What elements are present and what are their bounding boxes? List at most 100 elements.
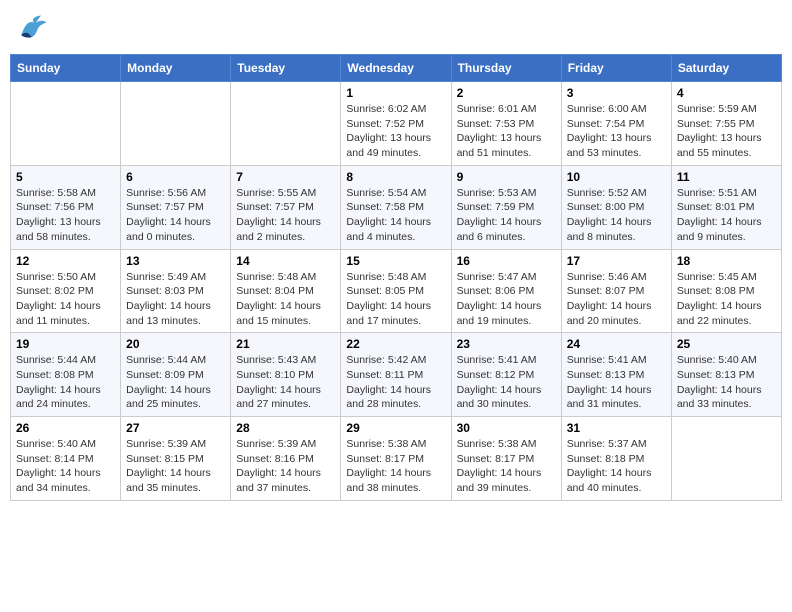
day-number: 11	[677, 170, 776, 184]
day-number: 3	[567, 86, 666, 100]
calendar-week-row: 5 Sunrise: 5:58 AMSunset: 7:56 PMDaylight…	[11, 165, 782, 249]
day-info: Sunrise: 5:59 AMSunset: 7:55 PMDaylight:…	[677, 102, 776, 161]
day-info: Sunrise: 5:44 AMSunset: 8:09 PMDaylight:…	[126, 353, 225, 412]
calendar-day-cell: 15 Sunrise: 5:48 AMSunset: 8:05 PMDayligh…	[341, 249, 451, 333]
day-info: Sunrise: 5:41 AMSunset: 8:12 PMDaylight:…	[457, 353, 556, 412]
calendar-day-cell: 30 Sunrise: 5:38 AMSunset: 8:17 PMDayligh…	[451, 417, 561, 501]
day-number: 17	[567, 254, 666, 268]
calendar-day-cell: 11 Sunrise: 5:51 AMSunset: 8:01 PMDayligh…	[671, 165, 781, 249]
day-info: Sunrise: 5:54 AMSunset: 7:58 PMDaylight:…	[346, 186, 445, 245]
day-info: Sunrise: 5:48 AMSunset: 8:05 PMDaylight:…	[346, 270, 445, 329]
calendar-day-cell: 14 Sunrise: 5:48 AMSunset: 8:04 PMDayligh…	[231, 249, 341, 333]
calendar-week-row: 1Sunrise: 6:02 AMSunset: 7:52 PMDaylight…	[11, 82, 782, 166]
day-number: 5	[16, 170, 115, 184]
calendar-day-cell: 16 Sunrise: 5:47 AMSunset: 8:06 PMDayligh…	[451, 249, 561, 333]
day-number: 27	[126, 421, 225, 435]
calendar-day-cell	[231, 82, 341, 166]
day-info: Sunrise: 5:45 AMSunset: 8:08 PMDaylight:…	[677, 270, 776, 329]
day-number: 21	[236, 337, 335, 351]
day-number: 28	[236, 421, 335, 435]
calendar-day-cell: 25 Sunrise: 5:40 AMSunset: 8:13 PMDayligh…	[671, 333, 781, 417]
logo-icon	[14, 10, 50, 46]
day-info: Sunrise: 5:50 AMSunset: 8:02 PMDaylight:…	[16, 270, 115, 329]
day-of-week-header: Thursday	[451, 55, 561, 82]
calendar-day-cell: 12Sunrise: 5:50 AMSunset: 8:02 PMDayligh…	[11, 249, 121, 333]
day-of-week-header: Tuesday	[231, 55, 341, 82]
day-number: 14	[236, 254, 335, 268]
calendar-week-row: 26 Sunrise: 5:40 AMSunset: 8:14 PMDayligh…	[11, 417, 782, 501]
day-info: Sunrise: 5:58 AMSunset: 7:56 PMDaylight:…	[16, 186, 115, 245]
day-info: Sunrise: 6:02 AMSunset: 7:52 PMDaylight:…	[346, 102, 445, 161]
calendar-day-cell: 19 Sunrise: 5:44 AMSunset: 8:08 PMDayligh…	[11, 333, 121, 417]
calendar-day-cell: 22 Sunrise: 5:42 AMSunset: 8:11 PMDayligh…	[341, 333, 451, 417]
calendar-day-cell: 21 Sunrise: 5:43 AMSunset: 8:10 PMDayligh…	[231, 333, 341, 417]
day-number: 13	[126, 254, 225, 268]
calendar-day-cell: 3 Sunrise: 6:00 AMSunset: 7:54 PMDaylight…	[561, 82, 671, 166]
day-number: 15	[346, 254, 445, 268]
day-info: Sunrise: 5:56 AMSunset: 7:57 PMDaylight:…	[126, 186, 225, 245]
day-number: 7	[236, 170, 335, 184]
day-info: Sunrise: 5:39 AMSunset: 8:16 PMDaylight:…	[236, 437, 335, 496]
day-of-week-header: Friday	[561, 55, 671, 82]
day-info: Sunrise: 5:38 AMSunset: 8:17 PMDaylight:…	[457, 437, 556, 496]
calendar-day-cell: 31Sunrise: 5:37 AMSunset: 8:18 PMDayligh…	[561, 417, 671, 501]
calendar-day-cell: 6 Sunrise: 5:56 AMSunset: 7:57 PMDaylight…	[121, 165, 231, 249]
day-number: 30	[457, 421, 556, 435]
day-of-week-header: Monday	[121, 55, 231, 82]
calendar-day-cell: 26 Sunrise: 5:40 AMSunset: 8:14 PMDayligh…	[11, 417, 121, 501]
day-of-week-header: Wednesday	[341, 55, 451, 82]
day-info: Sunrise: 5:49 AMSunset: 8:03 PMDaylight:…	[126, 270, 225, 329]
day-info: Sunrise: 5:43 AMSunset: 8:10 PMDaylight:…	[236, 353, 335, 412]
day-info: Sunrise: 5:40 AMSunset: 8:14 PMDaylight:…	[16, 437, 115, 496]
calendar-day-cell	[11, 82, 121, 166]
day-of-week-header: Saturday	[671, 55, 781, 82]
day-info: Sunrise: 6:01 AMSunset: 7:53 PMDaylight:…	[457, 102, 556, 161]
calendar-day-cell: 17 Sunrise: 5:46 AMSunset: 8:07 PMDayligh…	[561, 249, 671, 333]
day-number: 8	[346, 170, 445, 184]
calendar-header-row: SundayMondayTuesdayWednesdayThursdayFrid…	[11, 55, 782, 82]
day-number: 29	[346, 421, 445, 435]
calendar-day-cell: 28 Sunrise: 5:39 AMSunset: 8:16 PMDayligh…	[231, 417, 341, 501]
day-number: 25	[677, 337, 776, 351]
day-info: Sunrise: 5:44 AMSunset: 8:08 PMDaylight:…	[16, 353, 115, 412]
calendar-week-row: 12Sunrise: 5:50 AMSunset: 8:02 PMDayligh…	[11, 249, 782, 333]
calendar-day-cell: 1Sunrise: 6:02 AMSunset: 7:52 PMDaylight…	[341, 82, 451, 166]
calendar-day-cell: 9Sunrise: 5:53 AMSunset: 7:59 PMDaylight…	[451, 165, 561, 249]
calendar-day-cell: 23 Sunrise: 5:41 AMSunset: 8:12 PMDayligh…	[451, 333, 561, 417]
day-info: Sunrise: 5:46 AMSunset: 8:07 PMDaylight:…	[567, 270, 666, 329]
day-number: 18	[677, 254, 776, 268]
calendar-day-cell: 5 Sunrise: 5:58 AMSunset: 7:56 PMDaylight…	[11, 165, 121, 249]
calendar-day-cell: 18 Sunrise: 5:45 AMSunset: 8:08 PMDayligh…	[671, 249, 781, 333]
calendar-day-cell: 4 Sunrise: 5:59 AMSunset: 7:55 PMDaylight…	[671, 82, 781, 166]
day-info: Sunrise: 5:40 AMSunset: 8:13 PMDaylight:…	[677, 353, 776, 412]
day-info: Sunrise: 5:47 AMSunset: 8:06 PMDaylight:…	[457, 270, 556, 329]
calendar-day-cell: 27 Sunrise: 5:39 AMSunset: 8:15 PMDayligh…	[121, 417, 231, 501]
calendar-day-cell	[671, 417, 781, 501]
calendar-day-cell: 7Sunrise: 5:55 AMSunset: 7:57 PMDaylight…	[231, 165, 341, 249]
day-number: 4	[677, 86, 776, 100]
day-info: Sunrise: 5:52 AMSunset: 8:00 PMDaylight:…	[567, 186, 666, 245]
day-info: Sunrise: 6:00 AMSunset: 7:54 PMDaylight:…	[567, 102, 666, 161]
calendar-day-cell: 8 Sunrise: 5:54 AMSunset: 7:58 PMDaylight…	[341, 165, 451, 249]
day-info: Sunrise: 5:51 AMSunset: 8:01 PMDaylight:…	[677, 186, 776, 245]
day-number: 22	[346, 337, 445, 351]
day-number: 9	[457, 170, 556, 184]
day-number: 23	[457, 337, 556, 351]
calendar-day-cell: 2 Sunrise: 6:01 AMSunset: 7:53 PMDaylight…	[451, 82, 561, 166]
calendar-week-row: 19 Sunrise: 5:44 AMSunset: 8:08 PMDayligh…	[11, 333, 782, 417]
day-number: 2	[457, 86, 556, 100]
day-number: 6	[126, 170, 225, 184]
day-number: 10	[567, 170, 666, 184]
calendar-day-cell: 24Sunrise: 5:41 AMSunset: 8:13 PMDayligh…	[561, 333, 671, 417]
day-info: Sunrise: 5:48 AMSunset: 8:04 PMDaylight:…	[236, 270, 335, 329]
day-number: 16	[457, 254, 556, 268]
day-of-week-header: Sunday	[11, 55, 121, 82]
day-info: Sunrise: 5:42 AMSunset: 8:11 PMDaylight:…	[346, 353, 445, 412]
day-number: 26	[16, 421, 115, 435]
day-number: 19	[16, 337, 115, 351]
day-number: 31	[567, 421, 666, 435]
calendar-day-cell	[121, 82, 231, 166]
day-info: Sunrise: 5:39 AMSunset: 8:15 PMDaylight:…	[126, 437, 225, 496]
day-number: 24	[567, 337, 666, 351]
calendar-table: SundayMondayTuesdayWednesdayThursdayFrid…	[10, 54, 782, 501]
